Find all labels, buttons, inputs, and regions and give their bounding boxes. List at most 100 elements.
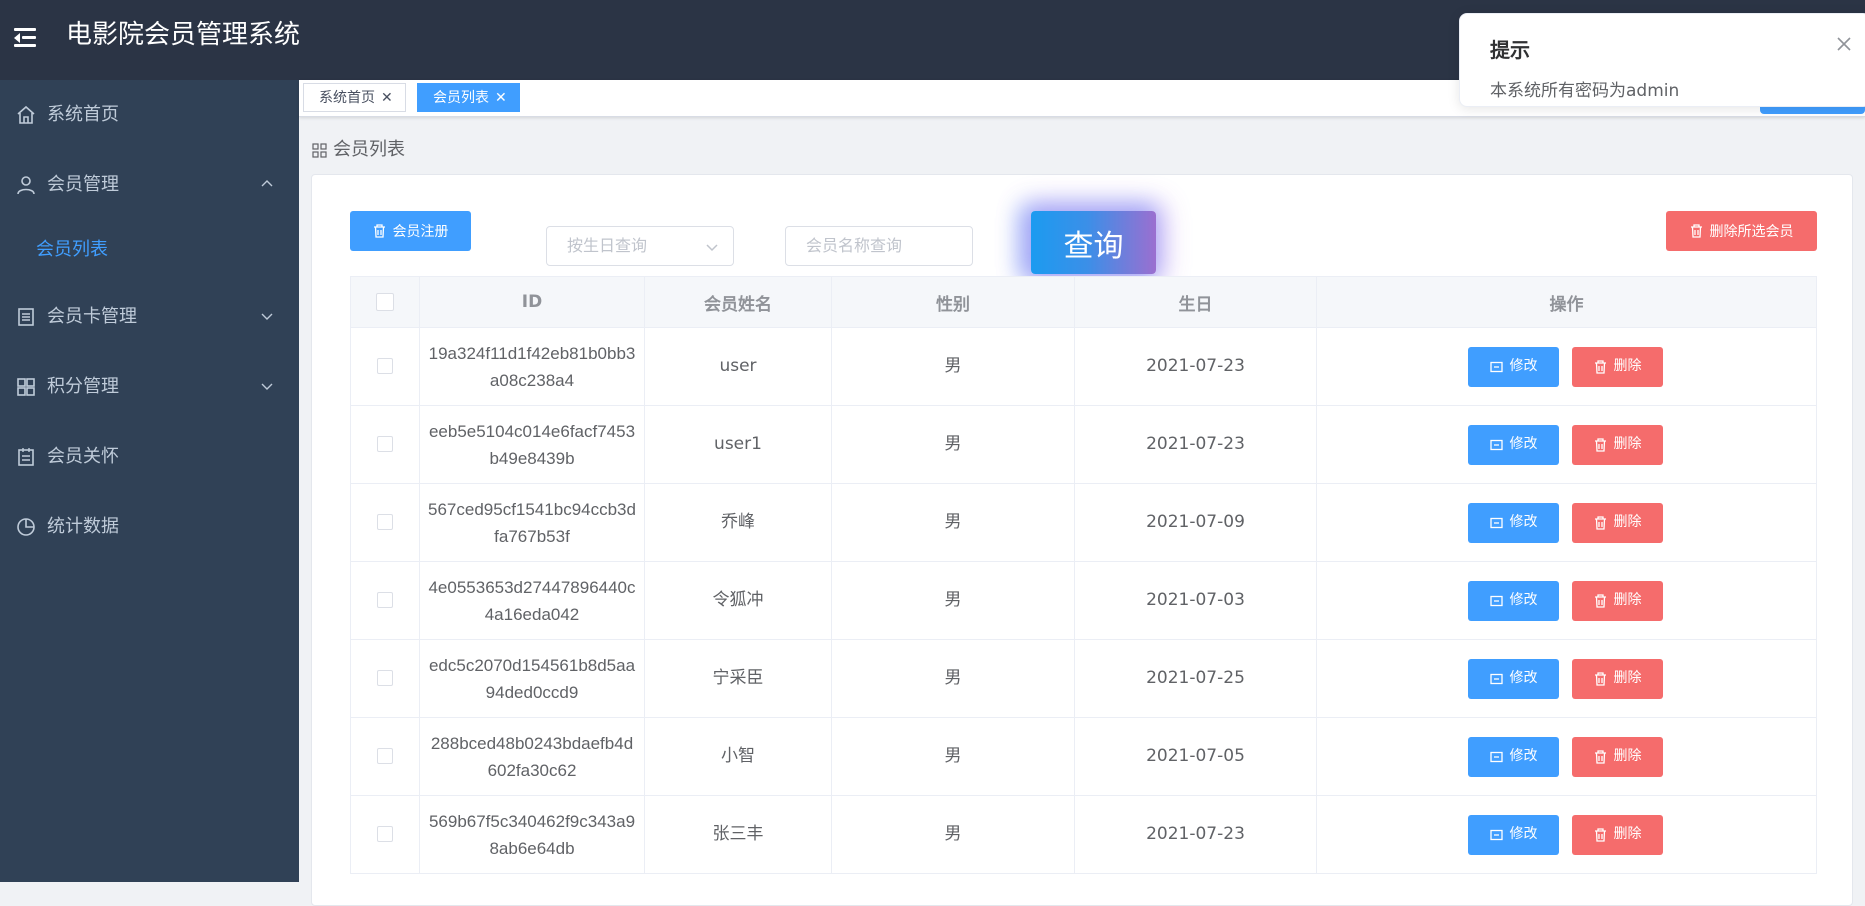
member-gender: 男 xyxy=(831,405,1075,484)
member-name-search-input[interactable]: 会员名称查询 xyxy=(785,226,973,266)
tab-home[interactable]: 系统首页 ✕ xyxy=(303,83,406,112)
notification-toast: 提示 本系统所有密码为admin xyxy=(1459,13,1865,107)
edit-button[interactable]: 修改 xyxy=(1468,580,1559,621)
member-table: ID 会员姓名 性别 生日 操作 19a324f11d1f42eb81b0bb3… xyxy=(350,276,1817,874)
sidebar-item-points-management[interactable]: 积分管理 xyxy=(0,358,299,416)
menu-toggle-icon[interactable] xyxy=(14,25,40,51)
chevron-down-icon xyxy=(261,313,273,320)
row-checkbox[interactable] xyxy=(377,436,393,452)
button-label: 修改 xyxy=(1509,514,1538,530)
tab-label: 会员列表 xyxy=(433,90,489,106)
row-checkbox[interactable] xyxy=(377,592,393,608)
register-member-button[interactable]: 会员注册 xyxy=(350,211,471,251)
member-birthday: 2021-07-25 xyxy=(1074,639,1317,718)
sidebar-item-label: 会员列表 xyxy=(36,239,108,260)
table-header-row: ID 会员姓名 性别 生日 操作 xyxy=(350,276,1817,328)
edit-button[interactable]: 修改 xyxy=(1468,658,1559,699)
button-label: 修改 xyxy=(1509,592,1538,608)
member-id: 19a324f11d1f42eb81b0bb3a08c238a4 xyxy=(419,327,645,406)
trash-icon xyxy=(1594,749,1606,764)
select-placeholder: 按生日查询 xyxy=(567,236,648,255)
notification-message: 本系统所有密码为admin xyxy=(1490,81,1680,101)
row-checkbox[interactable] xyxy=(377,670,393,686)
pie-chart-icon xyxy=(17,518,35,536)
query-button[interactable]: 查询 xyxy=(1031,211,1156,274)
table-row: 4e0553653d27447896440c4a16eda042 令狐冲男 2021… xyxy=(350,561,1817,640)
header-gender: 性别 xyxy=(831,276,1075,328)
row-select-cell xyxy=(350,639,420,718)
member-birthday: 2021-07-23 xyxy=(1074,795,1317,874)
delete-button[interactable]: 删除 xyxy=(1572,736,1663,777)
trash-icon xyxy=(1594,359,1606,374)
sidebar-item-member-care[interactable]: 会员关怀 xyxy=(0,428,299,486)
sidebar-item-member-list[interactable]: 会员列表 xyxy=(0,224,299,276)
edit-button[interactable]: 修改 xyxy=(1468,814,1559,855)
member-name: 小智 xyxy=(644,717,832,796)
chevron-down-icon xyxy=(706,244,718,252)
delete-button[interactable]: 删除 xyxy=(1572,424,1663,465)
sidebar-item-member-management[interactable]: 会员管理 xyxy=(0,156,299,214)
edit-icon xyxy=(1489,829,1503,840)
member-id: 567ced95cf1541bc94ccb3dfa767b53f xyxy=(419,483,645,562)
sidebar-item-label: 会员卡管理 xyxy=(47,306,137,327)
trash-icon xyxy=(1690,224,1702,238)
row-checkbox[interactable] xyxy=(377,514,393,530)
header-actions: 操作 xyxy=(1316,276,1817,328)
member-name: user1 xyxy=(644,405,832,484)
sidebar-item-home[interactable]: 系统首页 xyxy=(0,86,299,144)
trash-icon xyxy=(1594,593,1606,608)
close-icon[interactable]: ✕ xyxy=(495,90,507,106)
header-id: ID xyxy=(419,276,645,328)
table-row: 288bced48b0243bdaefb4d602fa30c62 小智男 2021-… xyxy=(350,717,1817,796)
row-checkbox[interactable] xyxy=(377,826,393,842)
table-row: 19a324f11d1f42eb81b0bb3a08c238a4 user 男 202… xyxy=(350,327,1817,406)
sidebar-item-card-management[interactable]: 会员卡管理 xyxy=(0,288,299,346)
actions-cell: 修改 删除 xyxy=(1316,561,1817,640)
header-birthday: 生日 xyxy=(1074,276,1317,328)
notification-title: 提示 xyxy=(1490,38,1530,62)
sidebar-item-label: 系统首页 xyxy=(47,104,119,125)
birthday-query-select[interactable]: 按生日查询 xyxy=(546,226,734,266)
sidebar-item-statistics[interactable]: 统计数据 xyxy=(0,498,299,556)
button-label: 修改 xyxy=(1509,748,1538,764)
actions-group: 修改 删除 xyxy=(1317,346,1816,387)
row-checkbox[interactable] xyxy=(377,748,393,764)
delete-selected-button[interactable]: 删除所选会员 xyxy=(1666,211,1817,251)
button-label: 删除 xyxy=(1613,358,1642,374)
actions-group: 修改 删除 xyxy=(1317,658,1816,699)
button-label: 删除 xyxy=(1613,514,1642,530)
close-icon[interactable] xyxy=(1836,36,1852,52)
edit-icon xyxy=(1489,673,1503,684)
row-checkbox[interactable] xyxy=(377,358,393,374)
button-label: 删除所选会员 xyxy=(1709,224,1794,240)
button-label: 删除 xyxy=(1613,436,1642,452)
member-birthday: 2021-07-09 xyxy=(1074,483,1317,562)
tab-member-list[interactable]: 会员列表 ✕ xyxy=(417,83,520,112)
member-gender: 男 xyxy=(831,639,1075,718)
actions-cell: 修改 删除 xyxy=(1316,717,1817,796)
delete-button[interactable]: 删除 xyxy=(1572,502,1663,543)
actions-cell: 修改 删除 xyxy=(1316,795,1817,874)
edit-button[interactable]: 修改 xyxy=(1468,424,1559,465)
trash-icon xyxy=(1594,827,1606,842)
button-label: 删除 xyxy=(1613,748,1642,764)
delete-button[interactable]: 删除 xyxy=(1572,814,1663,855)
grid-icon xyxy=(17,378,35,396)
edit-icon xyxy=(1489,361,1503,372)
breadcrumb-label: 会员列表 xyxy=(333,139,405,160)
select-all-checkbox[interactable] xyxy=(376,293,394,311)
edit-button[interactable]: 修改 xyxy=(1468,346,1559,387)
app-title: 电影院会员管理系统 xyxy=(66,20,301,50)
close-icon[interactable]: ✕ xyxy=(381,90,393,106)
table-row: edc5c2070d154561b8d5aa94ded0ccd9 宁采臣男 2021… xyxy=(350,639,1817,718)
delete-button[interactable]: 删除 xyxy=(1572,580,1663,621)
member-birthday: 2021-07-23 xyxy=(1074,327,1317,406)
edit-button[interactable]: 修改 xyxy=(1468,736,1559,777)
edit-button[interactable]: 修改 xyxy=(1468,502,1559,543)
button-label: 删除 xyxy=(1613,670,1642,686)
button-label: 删除 xyxy=(1613,592,1642,608)
select-all-cell xyxy=(350,276,420,328)
delete-button[interactable]: 删除 xyxy=(1572,346,1663,387)
edit-icon xyxy=(1489,439,1503,450)
delete-button[interactable]: 删除 xyxy=(1572,658,1663,699)
